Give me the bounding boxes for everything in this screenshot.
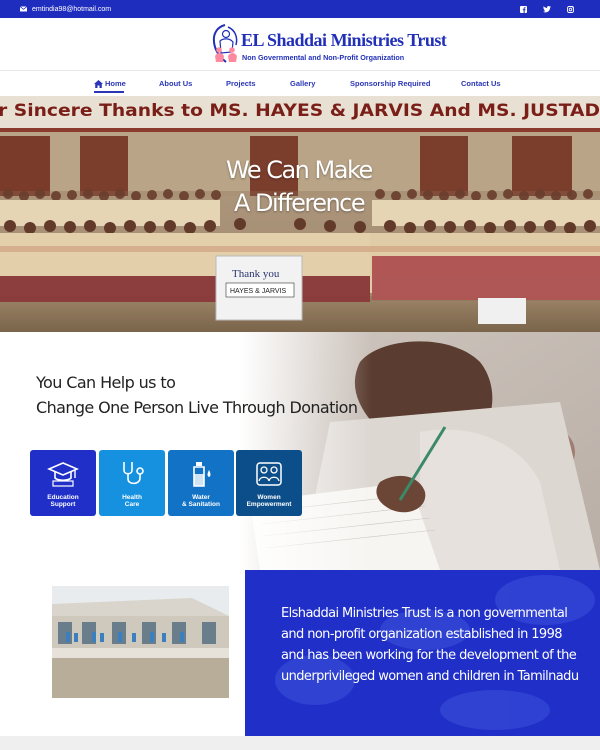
email-contact[interactable]: emtindia98@hotmail.com <box>20 0 111 18</box>
instagram-icon[interactable] <box>564 3 576 15</box>
people-puzzle-icon <box>256 462 282 486</box>
donation-section: You Can Help us to Change One Person Liv… <box>0 332 600 570</box>
nav-contact-us[interactable]: Contact Us <box>461 79 501 88</box>
card-education-support[interactable]: Education Support <box>30 450 96 516</box>
logo-icon[interactable] <box>208 22 242 66</box>
mail-icon <box>20 6 27 12</box>
hero-line-2: A Difference <box>234 189 366 217</box>
donation-heading-line-2: Change One Person Live Through Donation <box>36 398 358 417</box>
nav-home-label: Home <box>105 79 126 88</box>
home-icon <box>94 79 103 88</box>
nav-projects[interactable]: Projects <box>226 79 256 88</box>
school-building-photo <box>52 586 229 698</box>
main-nav: Home About Us Projects Gallery Sponsorsh… <box>0 70 600 96</box>
logo-title[interactable]: EL Shaddai Ministries Trust <box>241 30 447 51</box>
nav-gallery[interactable]: Gallery <box>290 79 315 88</box>
nav-sponsorship-required[interactable]: Sponsorship Required <box>350 79 430 88</box>
hero-banner: Thank you HAYES & JARVIS r Sincere Thank… <box>0 96 600 332</box>
footer-strip <box>0 736 600 750</box>
card-women-empowerment[interactable]: Women Empowerment <box>236 450 302 516</box>
email-text: emtindia98@hotmail.com <box>32 5 112 13</box>
card-education-label: Education Support <box>47 494 79 508</box>
graduation-cap-icon <box>47 462 79 487</box>
about-description: Elshaddai Ministries Trust is a non gove… <box>281 606 579 684</box>
twitter-icon[interactable] <box>541 3 553 15</box>
card-health-care[interactable]: Health Care <box>99 450 165 516</box>
facebook-icon[interactable] <box>517 3 529 15</box>
card-women-label: Women Empowerment <box>246 494 292 508</box>
logo-subtitle: Non Governmental and Non-Profit Organiza… <box>242 53 405 62</box>
thanks-banner-text: r Sincere Thanks to MS. HAYES & JARVIS A… <box>0 101 600 121</box>
water-bottle-icon <box>193 462 211 487</box>
top-bar: emtindia98@hotmail.com <box>0 0 600 18</box>
nav-about-us[interactable]: About Us <box>159 79 192 88</box>
site-header: EL Shaddai Ministries Trust Non Governme… <box>0 18 600 70</box>
nav-home[interactable]: Home <box>94 79 126 88</box>
hero-headline: We Can Make A Difference <box>226 154 373 220</box>
nav-active-underline <box>94 91 124 93</box>
sign-hayes-jarvis: HAYES & JARVIS <box>230 288 286 295</box>
hero-line-1: We Can Make <box>226 156 373 184</box>
card-water-label: Water & Sanitation <box>182 494 220 508</box>
sign-thank-you: Thank you <box>232 268 280 280</box>
donation-heading-line-1: You Can Help us to <box>36 373 176 392</box>
about-panel: Elshaddai Ministries Trust is a non gove… <box>245 570 600 736</box>
stethoscope-icon <box>123 462 144 485</box>
card-health-label: Health Care <box>122 494 142 508</box>
donation-heading: You Can Help us to Change One Person Liv… <box>36 370 358 420</box>
about-section: Elshaddai Ministries Trust is a non gove… <box>0 570 600 736</box>
card-water-sanitation[interactable]: Water & Sanitation <box>168 450 234 516</box>
